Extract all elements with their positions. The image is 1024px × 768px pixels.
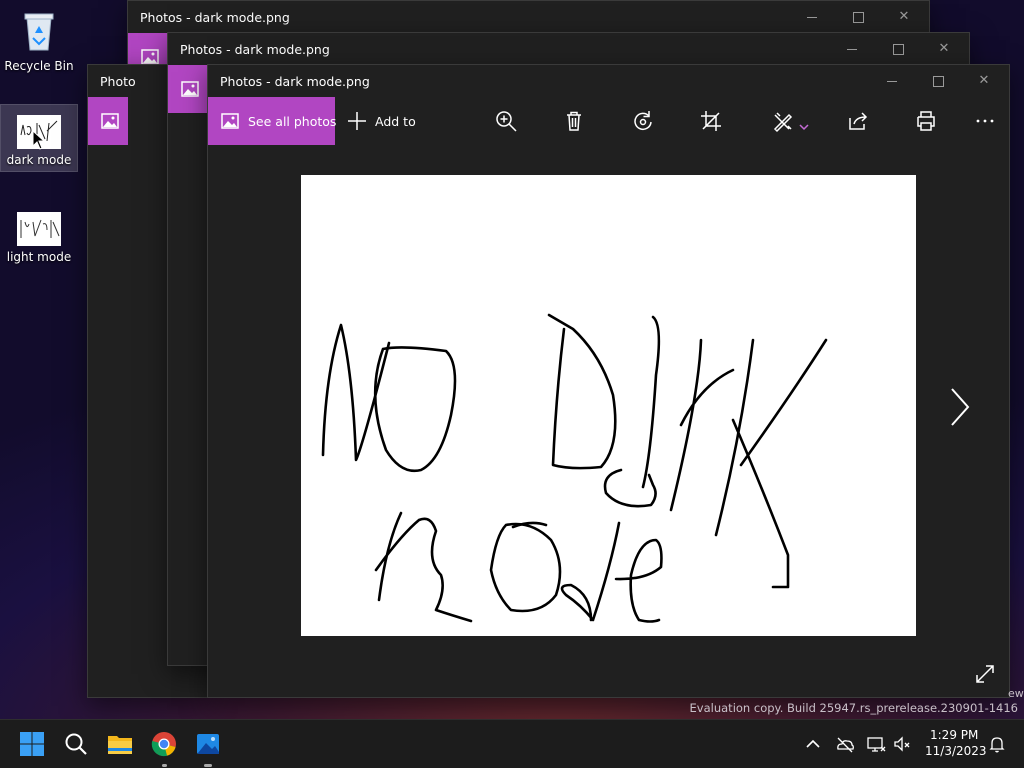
desktop-icon-light-mode[interactable]: light mode: [1, 212, 77, 272]
chevron-down-icon[interactable]: [799, 116, 809, 135]
edit-draw-icon[interactable]: [769, 107, 797, 135]
mouse-cursor-icon: [32, 130, 46, 150]
chrome-active-indicator: [162, 764, 167, 767]
clock-time[interactable]: 1:29 PM: [930, 728, 978, 742]
title-bar[interactable]: Photos - dark mode.png ✕: [208, 65, 1009, 97]
maximize-button[interactable]: [848, 7, 868, 27]
photos-icon: [101, 113, 119, 133]
title-bar[interactable]: Photos - dark mode.png ✕: [168, 33, 969, 65]
evaluation-watermark: Evaluation copy. Build 25947.rs_prerelea…: [689, 701, 1018, 715]
maximize-button[interactable]: [928, 71, 948, 91]
close-button[interactable]: ✕: [934, 39, 954, 59]
network-icon[interactable]: [866, 734, 886, 754]
watermark-partial: ew: [1008, 687, 1024, 700]
desktop-icon-label: Recycle Bin: [4, 59, 74, 73]
photos-icon: [181, 81, 199, 101]
minimize-button[interactable]: [802, 7, 822, 27]
see-all-photos-label: See all photos: [248, 114, 337, 129]
maximize-button[interactable]: [888, 39, 908, 59]
start-windows-icon[interactable]: [16, 728, 48, 760]
window-title: Photos - dark mode.png: [180, 42, 330, 57]
onedrive-icon[interactable]: [835, 734, 855, 754]
window-title: Photos - dark mode.png: [140, 10, 290, 25]
volume-muted-icon[interactable]: [892, 734, 912, 754]
add-to-label: Add to: [375, 114, 416, 129]
crop-icon[interactable]: [697, 107, 725, 135]
desktop-icon-label: dark mode: [6, 153, 72, 167]
window-title: Photos - dark mode.png: [220, 74, 370, 89]
print-icon[interactable]: [912, 107, 940, 135]
see-all-photos-button[interactable]: [168, 65, 208, 113]
share-icon[interactable]: [844, 107, 872, 135]
taskbar: 1:29 PM 11/3/2023: [0, 719, 1024, 768]
zoom-in-icon[interactable]: [492, 107, 520, 135]
chevron-up-icon[interactable]: [803, 734, 823, 754]
see-all-photos-button[interactable]: [88, 97, 128, 145]
desktop-icon-recycle-bin[interactable]: Recycle Bin: [1, 8, 77, 76]
chrome-icon[interactable]: [148, 728, 180, 760]
see-all-photos-button[interactable]: See all photos: [208, 97, 337, 145]
photos-window-front[interactable]: Photos - dark mode.png ✕ See all photos …: [207, 64, 1010, 698]
minimize-button[interactable]: [882, 71, 902, 91]
photo-image: [301, 175, 916, 636]
photos-icon: [221, 113, 239, 133]
plus-icon: [347, 111, 367, 135]
more-options-icon[interactable]: [971, 107, 999, 135]
photos-app-icon[interactable]: [192, 728, 224, 760]
photos-active-indicator: [204, 764, 212, 767]
notification-bell-icon[interactable]: [987, 734, 1007, 754]
add-to-button[interactable]: Add to: [344, 101, 424, 141]
next-arrow-icon[interactable]: [946, 385, 974, 433]
clock-date[interactable]: 11/3/2023: [925, 744, 987, 758]
recycle-bin-icon: [1, 8, 77, 55]
close-button[interactable]: ✕: [974, 71, 994, 91]
window-title: Photo: [100, 74, 136, 89]
fullscreen-icon[interactable]: [974, 663, 996, 689]
light-mode-thumbnail: [17, 212, 61, 246]
rotate-icon[interactable]: [629, 107, 657, 135]
desktop-icon-label: light mode: [6, 250, 72, 264]
file-explorer-icon[interactable]: [104, 728, 136, 760]
close-button[interactable]: ✕: [894, 7, 914, 27]
delete-icon[interactable]: [560, 107, 588, 135]
minimize-button[interactable]: [842, 39, 862, 59]
search-icon[interactable]: [60, 728, 92, 760]
title-bar[interactable]: Photos - dark mode.png ✕: [128, 1, 929, 33]
